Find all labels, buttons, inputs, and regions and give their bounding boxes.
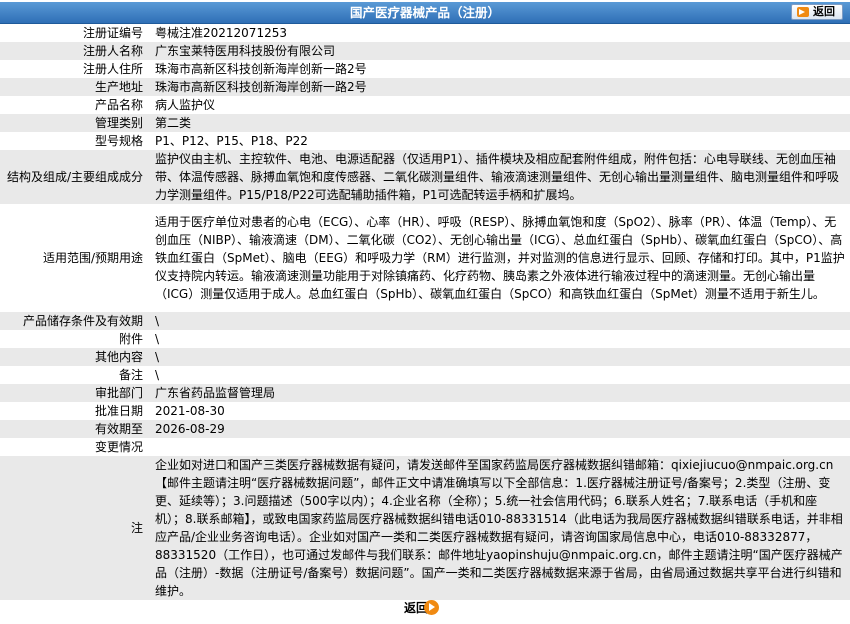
detail-page: 国产医疗器械产品（注册） 返回 注册证编号 粤械注准20212071253 注册… <box>0 0 850 624</box>
field-label: 备注 <box>118 368 143 382</box>
field-label: 产品名称 <box>94 98 143 112</box>
field-label: 变更情况 <box>94 440 143 454</box>
field-value: 监护仪由主机、主控软件、电池、电源适配器（仅适用P1）、插件模块及相应配套附件组… <box>149 150 850 204</box>
field-row-accessories: 附件 \ <box>0 330 850 348</box>
field-value: 适用于医疗单位对患者的心电（ECG）、心率（HR）、呼吸（RESP）、脉搏血氧饱… <box>155 215 845 301</box>
field-row-registrant-address: 注册人住所 珠海市高新区科技创新海岸创新一路2号 <box>0 60 850 78</box>
field-value: 广东宝莱特医用科技股份有限公司 <box>149 42 850 60</box>
field-label: 批准日期 <box>94 404 143 418</box>
field-row-change-history: 变更情况 <box>0 438 850 456</box>
field-label: 型号规格 <box>94 134 143 148</box>
back-button-bottom[interactable]: 返回 <box>401 598 439 618</box>
field-value: 粤械注准20212071253 <box>155 26 287 40</box>
field-label: 适用范围/预期用途 <box>42 251 143 265</box>
field-row-other-content: 其他内容 \ <box>0 348 850 366</box>
field-row-product-name: 产品名称 病人监护仪 <box>0 96 850 114</box>
field-value: \ <box>149 348 850 366</box>
field-row-remarks: 备注 \ <box>0 366 850 384</box>
arrow-right-circle-icon <box>424 600 439 615</box>
page-footer: 返回 <box>0 594 850 622</box>
field-value: \ <box>155 368 160 382</box>
field-value: P1、P12、P15、P18、P22 <box>155 134 308 148</box>
page-title: 国产医疗器械产品（注册） <box>349 5 500 20</box>
field-label: 注册人名称 <box>0 42 149 60</box>
field-label: 审批部门 <box>0 384 149 402</box>
field-label: 注册证编号 <box>82 26 143 40</box>
field-row-note: 注 企业如对进口和国产三类医疗器械数据有疑问，请发送邮件至国家药监局医疗器械数据… <box>0 456 850 600</box>
field-value <box>149 438 850 456</box>
field-value: \ <box>149 312 850 330</box>
field-row-model-spec: 型号规格 P1、P12、P15、P18、P22 <box>0 132 850 150</box>
field-value: 第二类 <box>149 114 850 132</box>
field-row-management-class: 管理类别 第二类 <box>0 114 850 132</box>
field-label: 生产地址 <box>0 78 149 96</box>
field-row-registration-number: 注册证编号 粤械注准20212071253 <box>0 24 850 42</box>
field-label: 有效期至 <box>0 420 149 438</box>
field-label: 注册人住所 <box>82 62 143 76</box>
field-row-approval-authority: 审批部门 广东省药品监督管理局 <box>0 384 850 402</box>
field-label: 结构及组成/主要组成成分 <box>0 150 149 204</box>
back-button-label: 返回 <box>813 5 835 18</box>
field-row-registrant-name: 注册人名称 广东宝莱特医用科技股份有限公司 <box>0 42 850 60</box>
page-header: 国产医疗器械产品（注册） 返回 <box>0 2 850 24</box>
field-value: 珠海市高新区科技创新海岸创新一路2号 <box>155 62 367 76</box>
field-label: 管理类别 <box>0 114 149 132</box>
detail-table: 注册证编号 粤械注准20212071253 注册人名称 广东宝莱特医用科技股份有… <box>0 24 850 600</box>
field-value: 病人监护仪 <box>155 98 216 112</box>
field-label: 产品储存条件及有效期 <box>0 312 149 330</box>
field-value: \ <box>155 332 160 346</box>
back-button-top[interactable]: 返回 <box>791 4 843 20</box>
field-row-approval-date: 批准日期 2021-08-30 <box>0 402 850 420</box>
field-value: 2021-08-30 <box>155 404 225 418</box>
field-label: 注 <box>0 456 149 600</box>
arrow-right-icon <box>797 7 809 17</box>
field-value: 广东省药品监督管理局 <box>149 384 850 402</box>
field-row-structure: 结构及组成/主要组成成分 监护仪由主机、主控软件、电池、电源适配器（仅适用P1）… <box>0 150 850 204</box>
field-row-storage: 产品储存条件及有效期 \ <box>0 312 850 330</box>
field-value: 企业如对进口和国产三类医疗器械数据有疑问，请发送邮件至国家药监局医疗器械数据纠错… <box>149 456 850 600</box>
field-value: 珠海市高新区科技创新海岸创新一路2号 <box>149 78 850 96</box>
field-row-valid-until: 有效期至 2026-08-29 <box>0 420 850 438</box>
field-label: 附件 <box>118 332 143 346</box>
field-row-production-address: 生产地址 珠海市高新区科技创新海岸创新一路2号 <box>0 78 850 96</box>
field-value: 2026-08-29 <box>149 420 850 438</box>
field-label: 其他内容 <box>0 348 149 366</box>
field-row-intended-use: 适用范围/预期用途 适用于医疗单位对患者的心电（ECG）、心率（HR）、呼吸（R… <box>0 204 850 312</box>
